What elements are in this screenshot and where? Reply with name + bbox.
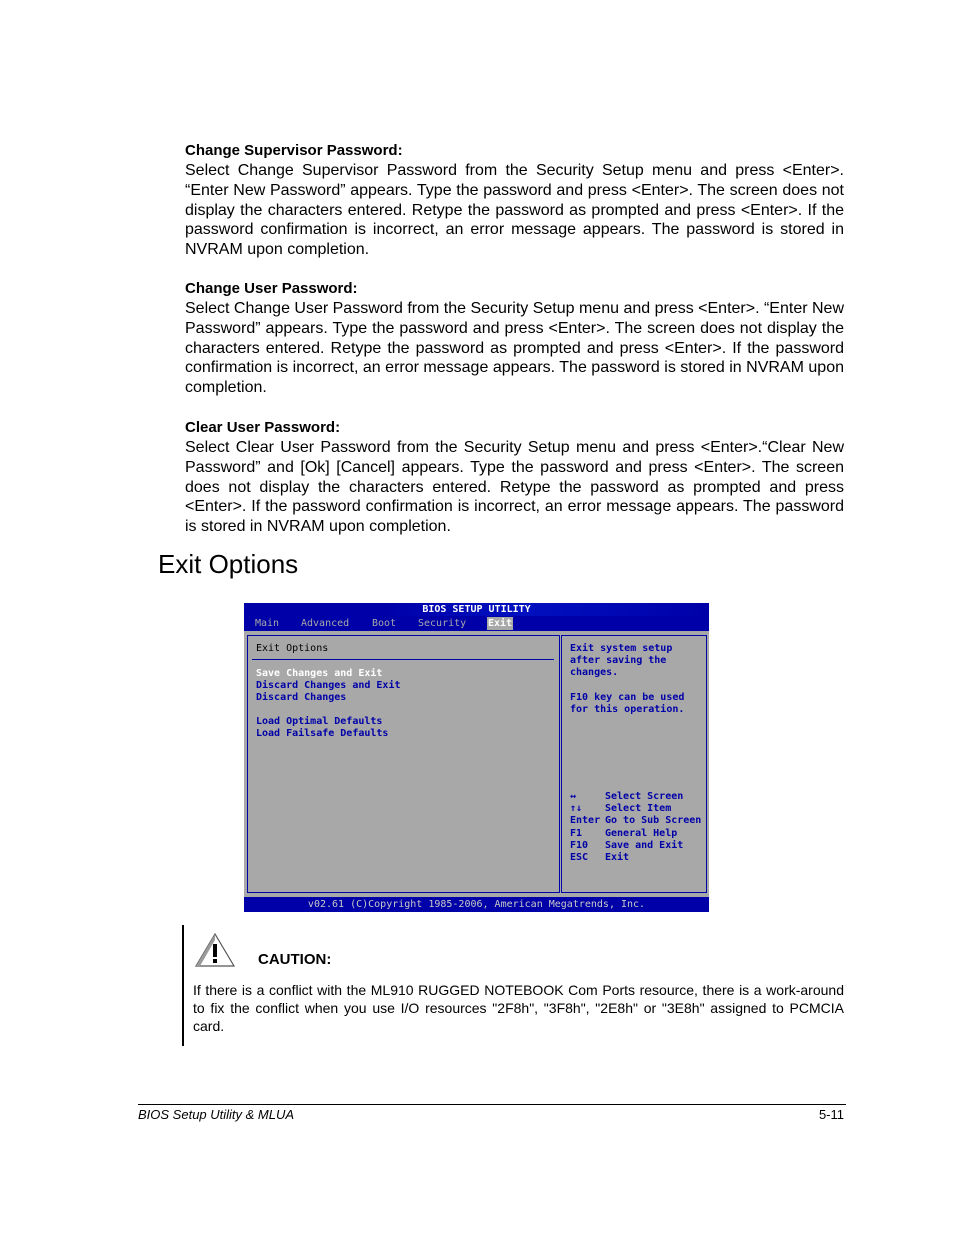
bios-tab-exit[interactable]: Exit bbox=[487, 617, 514, 630]
bios-panel-divider bbox=[252, 659, 554, 660]
section-body: Select Change Supervisor Password from t… bbox=[185, 162, 844, 259]
bios-tab-advanced[interactable]: Advanced bbox=[300, 617, 350, 630]
key-row: F1 General Help bbox=[570, 828, 701, 840]
key-action: Exit bbox=[605, 851, 630, 863]
bios-item-load-failsafe-defaults[interactable]: Load Failsafe Defaults bbox=[256, 728, 388, 740]
section-change-supervisor-password: Change Supervisor Password: Select Chang… bbox=[185, 141, 844, 260]
bios-tab-boot[interactable]: Boot bbox=[371, 617, 397, 630]
bios-panel-title: Exit Options bbox=[256, 643, 329, 654]
footer-title: BIOS Setup Utility & MLUA bbox=[138, 1107, 295, 1122]
key-action: General Help bbox=[605, 827, 678, 839]
key-action: Go to Sub Screen bbox=[605, 815, 702, 827]
key-row: Enter Go to Sub Screen bbox=[570, 815, 701, 827]
bios-help-line: F10 key can be used bbox=[570, 692, 685, 703]
caution-side-rule bbox=[182, 925, 184, 1046]
key-action: Save and Exit bbox=[605, 839, 684, 851]
section-change-user-password: Change User Password: Select Change User… bbox=[185, 279, 844, 398]
caution-label: CAUTION: bbox=[258, 951, 332, 968]
bios-tab-main[interactable]: Main bbox=[254, 617, 280, 630]
bios-screenshot: BIOS SETUP UTILITY Main Advanced Boot Se… bbox=[244, 603, 709, 912]
key-name: Enter bbox=[570, 815, 601, 827]
bios-help-line: after saving the bbox=[570, 655, 667, 666]
section-body: Select Clear User Password from the Secu… bbox=[185, 439, 844, 536]
bios-menu-bar: Main Advanced Boot Security Exit bbox=[244, 616, 709, 631]
bios-item-discard-changes[interactable]: Discard Changes bbox=[256, 692, 346, 704]
exit-options-heading: Exit Options bbox=[158, 549, 299, 579]
bios-title: BIOS SETUP UTILITY bbox=[244, 603, 709, 616]
key-arrows-ud-icon: ↑↓ bbox=[570, 803, 583, 815]
section-heading: Clear User Password: bbox=[185, 419, 341, 436]
bios-item-save-changes-and-exit[interactable]: Save Changes and Exit bbox=[256, 668, 382, 680]
bios-help-line: for this operation. bbox=[570, 704, 685, 715]
footer-divider bbox=[138, 1104, 846, 1105]
key-row: F10 Save and Exit bbox=[570, 840, 701, 852]
key-row: ↔ Select Screen bbox=[570, 791, 701, 803]
section-clear-user-password: Clear User Password: Select Clear User P… bbox=[185, 418, 844, 537]
bios-copyright-footer: v02.61 (C)Copyright 1985-2006, American … bbox=[244, 897, 709, 912]
key-name: F1 bbox=[570, 827, 583, 839]
key-action: Select Screen bbox=[605, 791, 684, 802]
bios-item-discard-changes-and-exit[interactable]: Discard Changes and Exit bbox=[256, 680, 401, 692]
section-heading: Change User Password: bbox=[185, 280, 358, 297]
warning-triangle-icon bbox=[194, 932, 236, 967]
section-heading: Change Supervisor Password: bbox=[185, 142, 403, 159]
bios-help-line: changes. bbox=[570, 667, 619, 678]
key-name: ESC bbox=[570, 851, 589, 863]
bios-help-line: Exit system setup bbox=[570, 643, 673, 654]
bios-item-load-optimal-defaults[interactable]: Load Optimal Defaults bbox=[256, 716, 382, 728]
key-arrows-lr-icon: ↔ bbox=[570, 791, 577, 802]
section-body: Select Change User Password from the Sec… bbox=[185, 300, 844, 397]
bios-options-panel: Exit Options Save Changes and Exit Disca… bbox=[247, 635, 560, 893]
bios-key-legend: ↔ Select Screen ↑↓ Select Item Enter Go … bbox=[570, 791, 701, 864]
caution-text: If there is a conflict with the ML910 RU… bbox=[193, 982, 844, 1034]
bios-tab-security[interactable]: Security bbox=[417, 617, 467, 630]
bios-help-panel: Exit system setup after saving the chang… bbox=[561, 635, 707, 893]
key-name: F10 bbox=[570, 839, 589, 851]
page-number: 5-11 bbox=[818, 1107, 844, 1122]
key-row: ESC Exit bbox=[570, 852, 701, 864]
key-row: ↑↓ Select Item bbox=[570, 803, 701, 815]
key-action: Select Item bbox=[605, 803, 672, 815]
